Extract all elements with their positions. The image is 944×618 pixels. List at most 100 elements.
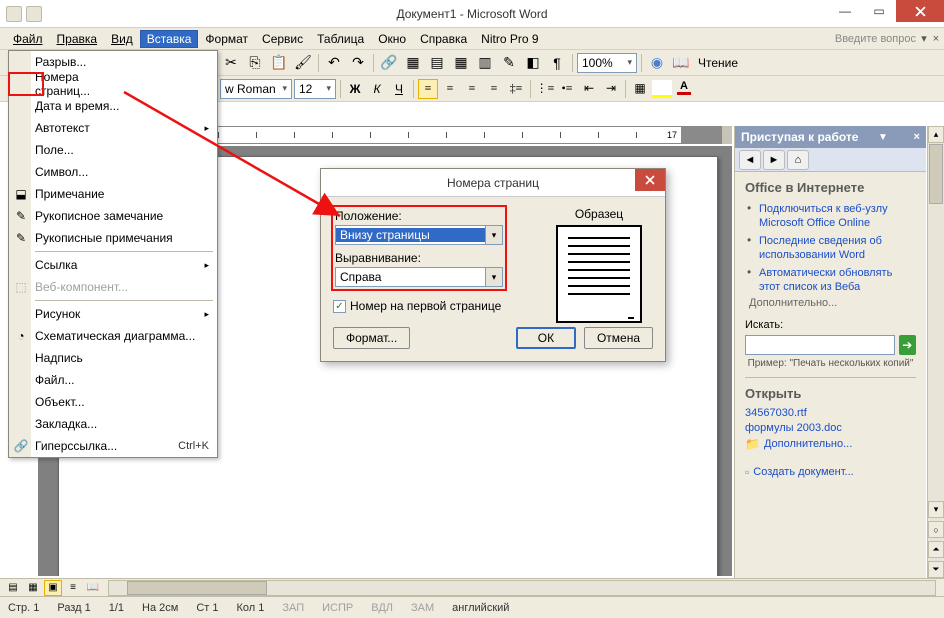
bullet-list-button[interactable]: •≡ [557, 79, 577, 99]
menu-item-textbox[interactable]: Надпись [9, 347, 217, 369]
dialog-close-button[interactable] [635, 169, 665, 191]
cut-icon[interactable]: ✂ [220, 52, 242, 74]
link-office-online[interactable]: Подключиться к веб-узлу Microsoft Office… [759, 203, 888, 229]
recent-file-1[interactable]: 34567030.rtf [745, 407, 916, 419]
status-lang[interactable]: английский [452, 602, 509, 614]
doc-map-icon[interactable]: ◧ [522, 52, 544, 74]
nav-forward-button[interactable]: ► [763, 150, 785, 170]
web-view-button[interactable]: ▦ [24, 580, 42, 596]
nav-home-button[interactable]: ⌂ [787, 150, 809, 170]
dialog-title-bar[interactable]: Номера страниц [321, 169, 665, 197]
recent-file-2[interactable]: формулы 2003.doc [745, 422, 916, 434]
excel-icon[interactable]: ▦ [450, 52, 472, 74]
prev-page-button[interactable]: ⏶ [928, 541, 944, 558]
reading-view-button[interactable]: 📖 [84, 580, 102, 596]
format-button[interactable]: Формат... [333, 327, 410, 349]
status-ovr[interactable]: ЗАМ [411, 602, 434, 614]
close-button[interactable] [896, 0, 944, 22]
increase-indent-button[interactable]: ⇥ [601, 79, 621, 99]
next-page-button[interactable]: ⏷ [928, 561, 944, 578]
italic-button[interactable]: К [367, 79, 387, 99]
menu-item-hyperlink[interactable]: 🔗Гиперссылка...Ctrl+K [9, 435, 217, 457]
menu-item-symbol[interactable]: Символ... [9, 161, 217, 183]
scroll-down-button[interactable]: ▾ [928, 501, 944, 518]
numbered-list-button[interactable]: ⋮≡ [535, 79, 555, 99]
help-icon[interactable]: ◉ [646, 52, 668, 74]
align-right-button[interactable]: ≡ [462, 79, 482, 99]
maximize-button[interactable]: ▭ [862, 0, 896, 22]
link-auto-update[interactable]: Автоматически обновлять этот список из В… [759, 267, 892, 293]
menu-item-reference[interactable]: Ссылка▸ [9, 254, 217, 276]
menu-table[interactable]: Таблица [310, 30, 371, 48]
underline-button[interactable]: Ч [389, 79, 409, 99]
font-combo[interactable]: w Roman▾ [220, 79, 292, 99]
paste-icon[interactable]: 📋 [268, 52, 290, 74]
menu-item-ink-comment[interactable]: ✎Рукописные примечания [9, 227, 217, 249]
scroll-up-button[interactable]: ▴ [928, 126, 944, 143]
menu-item-file[interactable]: Файл... [9, 369, 217, 391]
align-combo[interactable]: Справа ▾ [335, 267, 503, 287]
status-trk[interactable]: ИСПР [322, 602, 353, 614]
menu-item-datetime[interactable]: Дата и время... [9, 95, 217, 117]
menu-item-picture[interactable]: Рисунок▸ [9, 303, 217, 325]
tables-borders-icon[interactable]: ▦ [402, 52, 424, 74]
menu-item-diagram[interactable]: ◔Схематическая диаграмма... [9, 325, 217, 347]
status-rec[interactable]: ЗАП [282, 602, 304, 614]
menu-item-autotext[interactable]: Автотекст▸ [9, 117, 217, 139]
format-painter-icon[interactable]: 🖌 [292, 52, 314, 74]
create-document-link[interactable]: Создать документ... [753, 466, 853, 478]
outline-view-button[interactable]: ≡ [64, 580, 82, 596]
font-size-combo[interactable]: 12▾ [294, 79, 336, 99]
print-view-button[interactable]: ▣ [44, 580, 62, 596]
taskpane-close-icon[interactable]: × [914, 131, 920, 143]
drawing-icon[interactable]: ✎ [498, 52, 520, 74]
menu-view[interactable]: Вид [104, 30, 140, 48]
line-spacing-button[interactable]: ‡≡ [506, 79, 526, 99]
highlight-button[interactable] [652, 80, 672, 98]
bold-button[interactable]: Ж [345, 79, 365, 99]
chevron-down-icon[interactable]: ▾ [485, 268, 502, 286]
taskpane-header[interactable]: Приступая к работе ▼ × [735, 126, 926, 148]
menu-file[interactable]: Файл [6, 30, 50, 48]
minimize-button[interactable]: — [828, 0, 862, 22]
normal-view-button[interactable]: ▤ [4, 580, 22, 596]
align-justify-button[interactable]: ≡ [484, 79, 504, 99]
scroll-thumb[interactable] [929, 144, 943, 204]
read-mode-icon[interactable]: 📖 [670, 52, 692, 74]
doc-close-icon[interactable]: × [930, 33, 942, 45]
search-go-button[interactable]: ➔ [899, 335, 916, 355]
align-center-button[interactable]: ≡ [440, 79, 460, 99]
horizontal-scrollbar[interactable] [108, 580, 936, 596]
read-label[interactable]: Чтение [694, 56, 742, 70]
browse-object-button[interactable]: ○ [928, 521, 944, 538]
help-chevron-icon[interactable]: ▾ [918, 32, 930, 45]
columns-icon[interactable]: ▥ [474, 52, 496, 74]
menu-item-page-numbers[interactable]: Номера страниц... [9, 73, 43, 95]
open-more-link[interactable]: Дополнительно... [764, 438, 852, 450]
redo-icon[interactable]: ↷ [347, 52, 369, 74]
ok-button[interactable]: ОК [516, 327, 576, 349]
menu-item-ink-annotation[interactable]: ✎Рукописное замечание [9, 205, 217, 227]
insert-table-icon[interactable]: ▤ [426, 52, 448, 74]
menu-item-bookmark[interactable]: Закладка... [9, 413, 217, 435]
align-left-button[interactable]: ≡ [418, 79, 438, 99]
borders-button[interactable]: ▦ [630, 79, 650, 99]
menu-edit[interactable]: Правка [50, 30, 105, 48]
ask-question-box[interactable]: Введите вопрос [835, 33, 916, 45]
cancel-button[interactable]: Отмена [584, 327, 653, 349]
position-combo[interactable]: Внизу страницы ▾ [335, 225, 503, 245]
search-input[interactable] [745, 335, 895, 355]
zoom-combo[interactable]: 100%▾ [577, 53, 637, 73]
menu-item-object[interactable]: Объект... [9, 391, 217, 413]
nav-back-button[interactable]: ◄ [739, 150, 761, 170]
chevron-down-icon[interactable]: ▼ [878, 132, 888, 143]
menu-insert[interactable]: Вставка [140, 30, 199, 48]
copy-icon[interactable]: ⎘ [244, 52, 266, 74]
menu-format[interactable]: Формат [198, 30, 255, 48]
font-color-button[interactable]: A [674, 80, 694, 98]
decrease-indent-button[interactable]: ⇤ [579, 79, 599, 99]
show-marks-icon[interactable]: ¶ [546, 52, 568, 74]
menu-item-comment[interactable]: ⬓Примечание [9, 183, 217, 205]
undo-icon[interactable]: ↶ [323, 52, 345, 74]
hyperlink-icon[interactable]: 🔗 [378, 52, 400, 74]
